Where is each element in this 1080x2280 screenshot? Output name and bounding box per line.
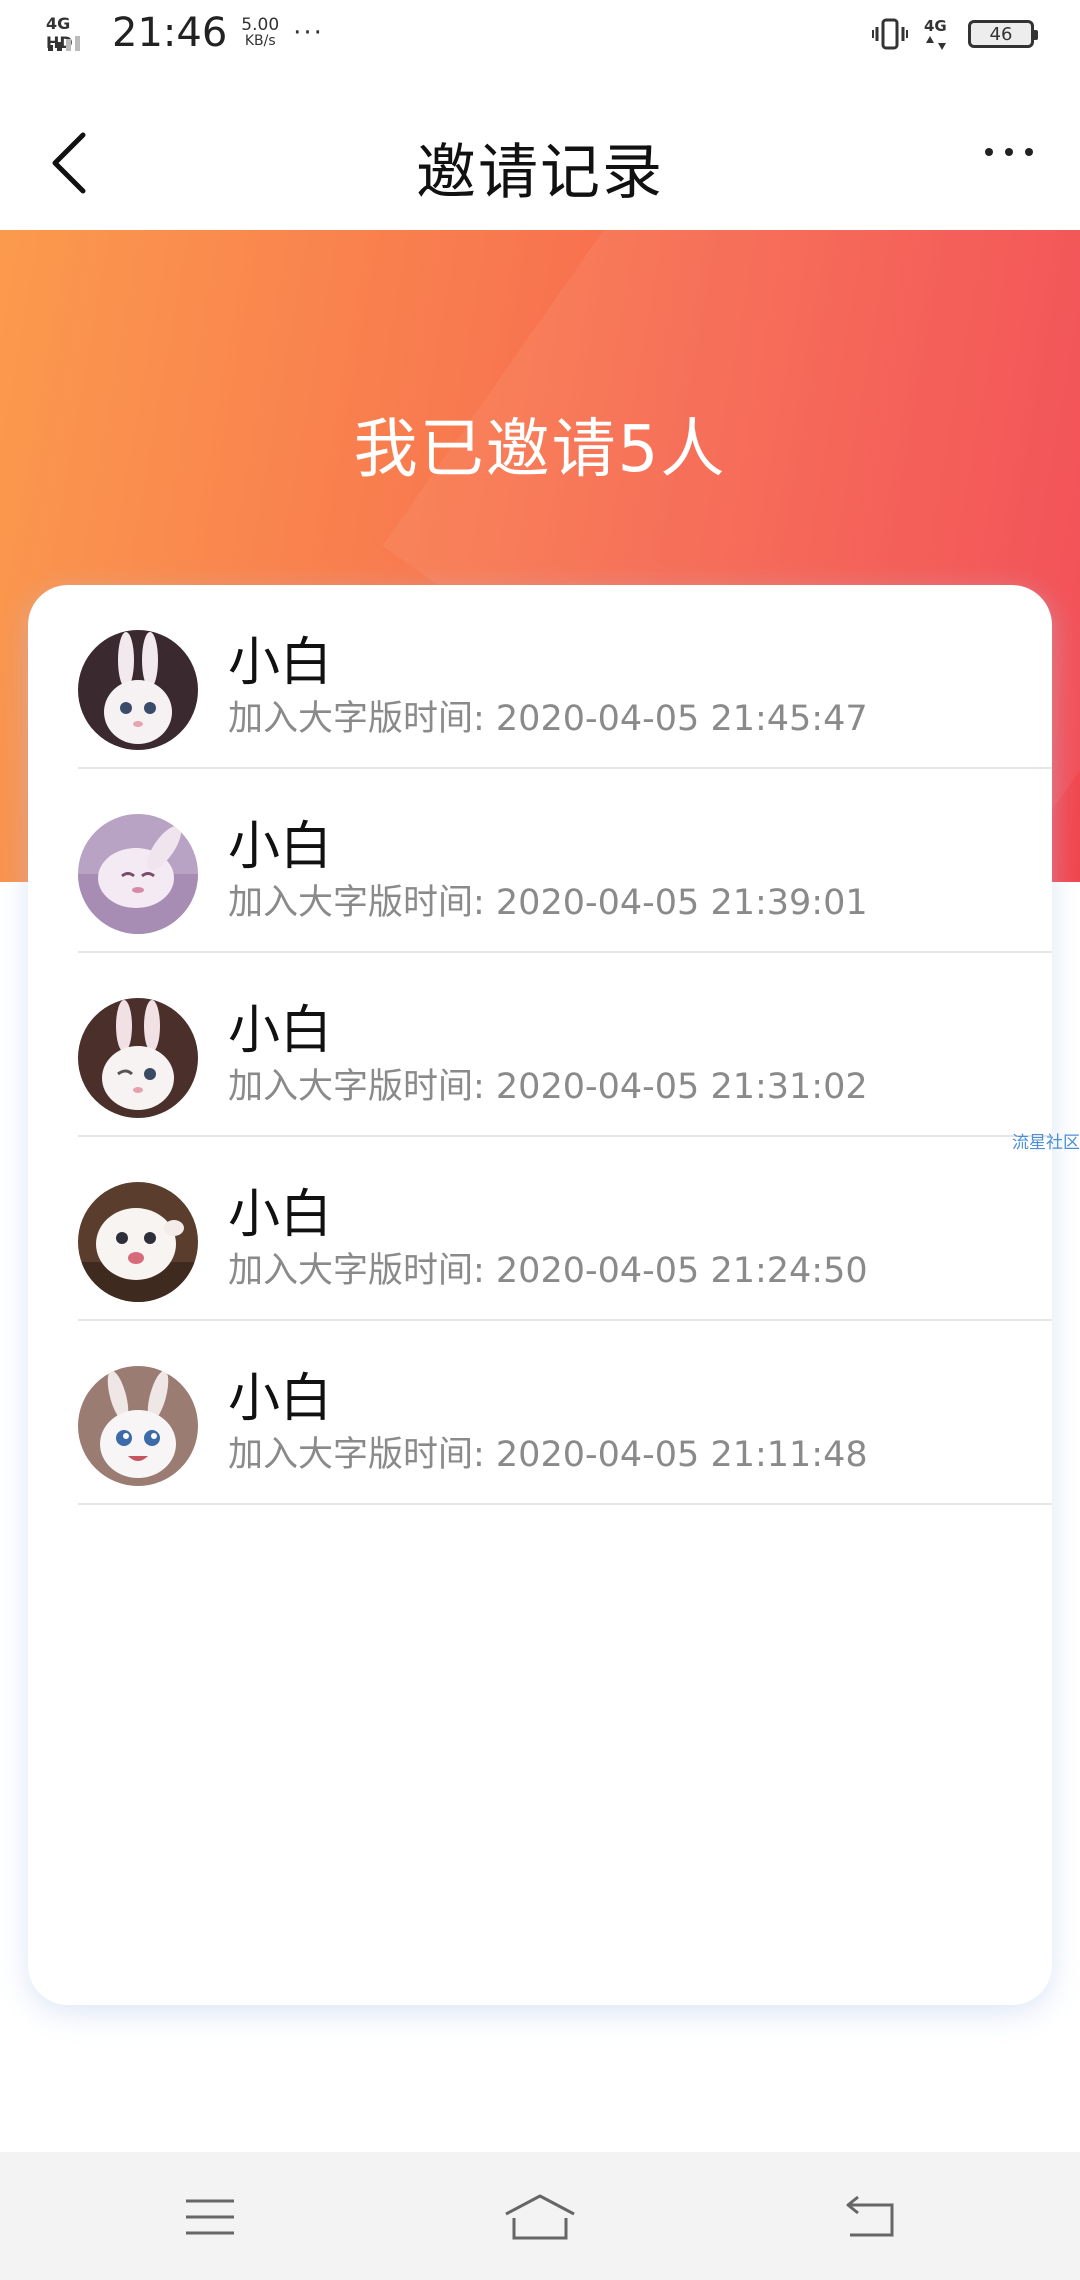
invite-count-title: 我已邀请5人 (353, 413, 727, 487)
invitee-name: 小白 (228, 1001, 333, 1061)
join-time: 加入大字版时间: 2020-04-05 21:45:47 (228, 699, 868, 739)
battery-level: 46 (989, 23, 1013, 45)
status-more-icon: ··· (293, 18, 324, 48)
list-item[interactable]: 小白 加入大字版时间: 2020-04-05 21:24:50 (78, 1137, 1052, 1321)
vibrate-icon (872, 17, 908, 51)
signal-bars-icon (48, 36, 80, 51)
more-dots-icon (985, 148, 993, 156)
network-indicator: 4G HD (46, 12, 98, 54)
battery-icon: 46 (968, 20, 1038, 48)
invitee-name: 小白 (228, 817, 333, 877)
back-icon (846, 2195, 894, 2237)
list-item[interactable]: 小白 加入大字版时间: 2020-04-05 21:11:48 (78, 1321, 1052, 1505)
speed-unit: KB/s (244, 33, 276, 49)
more-options-button[interactable] (974, 132, 1044, 172)
avatar (78, 814, 198, 934)
home-icon (505, 2194, 575, 2240)
invite-record-card: 小白 加入大字版时间: 2020-04-05 21:45:47 小白 加入大字版… (28, 585, 1052, 2005)
status-bar-left: 4G HD 21:46 5.00 KB/s ··· (46, 10, 324, 56)
avatar (78, 630, 198, 750)
avatar (78, 1182, 198, 1302)
menu-button[interactable] (170, 2182, 250, 2252)
invitee-name: 小白 (228, 633, 333, 693)
invitee-name: 小白 (228, 1369, 333, 1429)
join-time: 加入大字版时间: 2020-04-05 21:11:48 (228, 1435, 868, 1475)
watermark-text: 流星社区 (1012, 1133, 1080, 1153)
join-time: 加入大字版时间: 2020-04-05 21:39:01 (228, 883, 868, 923)
nav-bar: 邀请记录 (0, 72, 1080, 230)
join-time: 加入大字版时间: 2020-04-05 21:31:02 (228, 1067, 868, 1107)
speed-value: 5.00 (241, 15, 280, 35)
menu-icon (186, 2199, 234, 2235)
list-item[interactable]: 小白 加入大字版时间: 2020-04-05 21:45:47 (78, 585, 1052, 769)
network-speed: 5.00 KB/s (241, 15, 280, 50)
list-item[interactable]: 小白 加入大字版时间: 2020-04-05 21:39:01 (78, 769, 1052, 953)
invite-list: 小白 加入大字版时间: 2020-04-05 21:45:47 小白 加入大字版… (28, 585, 1052, 1505)
home-button[interactable] (500, 2182, 580, 2252)
join-time: 加入大字版时间: 2020-04-05 21:24:50 (228, 1251, 868, 1291)
avatar (78, 1366, 198, 1486)
more-dot (1005, 148, 1013, 156)
invitee-name: 小白 (228, 1185, 333, 1245)
mobile-data-label: 4G (924, 17, 947, 35)
mobile-data-icon: 4G (922, 16, 954, 52)
page-title: 邀请记录 (416, 138, 664, 208)
avatar (78, 998, 198, 1118)
status-bar: 4G HD 21:46 5.00 KB/s ··· 4G (0, 0, 1080, 72)
list-item[interactable]: 小白 加入大字版时间: 2020-04-05 21:31:02 (78, 953, 1052, 1137)
system-nav-bar (0, 2152, 1080, 2280)
status-time: 21:46 (112, 10, 228, 56)
more-dot (1025, 148, 1033, 156)
back-nav-button[interactable] (830, 2182, 910, 2252)
status-bar-right: 4G 46 (872, 16, 1038, 52)
